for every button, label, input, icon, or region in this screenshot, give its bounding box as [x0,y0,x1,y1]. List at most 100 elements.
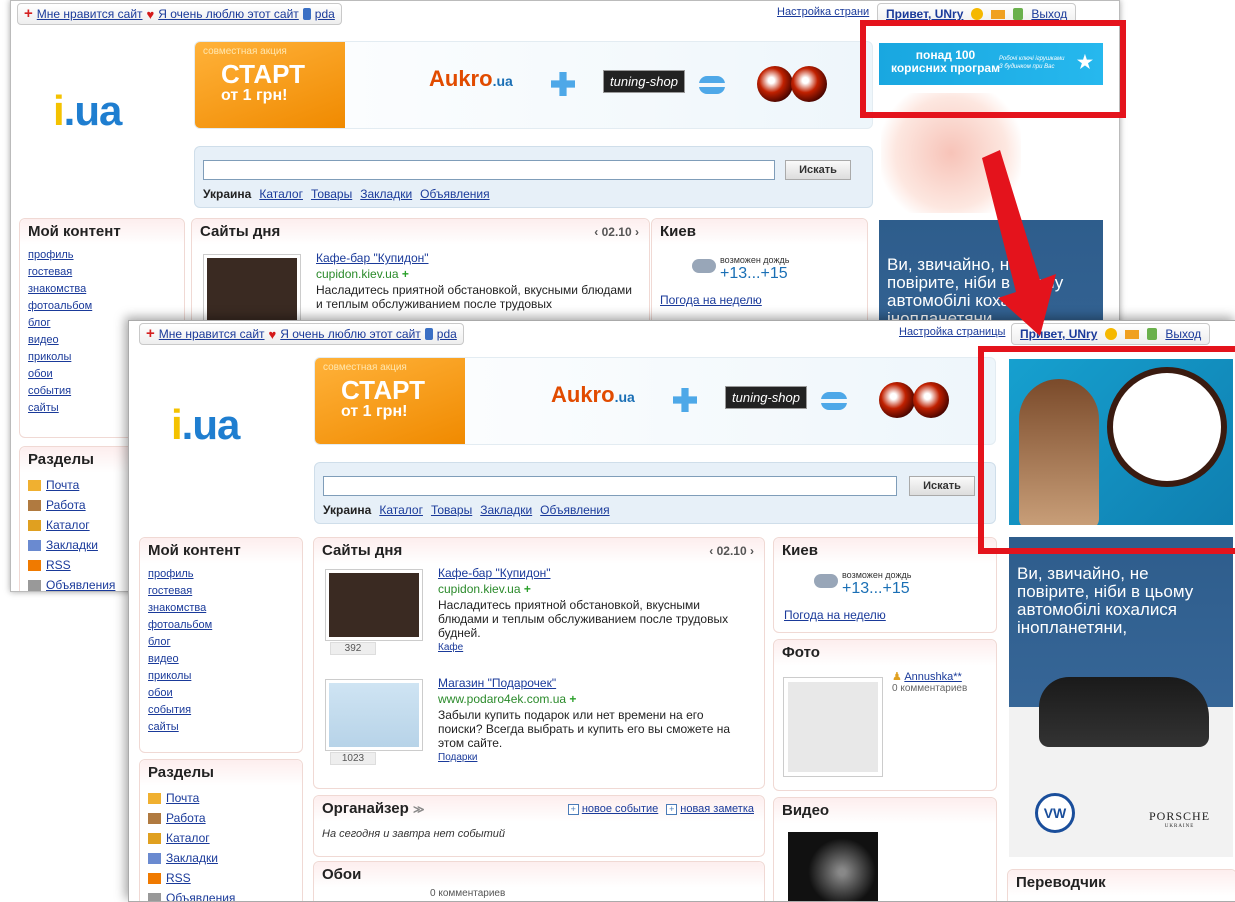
section-mail[interactable]: Почта [46,475,79,495]
menu-profile[interactable]: профиль [28,247,176,264]
mail-icon[interactable] [1125,330,1139,339]
site-thumbnail[interactable] [326,680,422,750]
photo-thumbnail[interactable] [784,678,882,776]
mail-icon [148,793,161,804]
site-category-link[interactable]: Подарки [438,752,750,763]
coin-icon[interactable] [1105,328,1117,340]
rain-cloud-icon [814,574,838,588]
car-image [1039,677,1209,747]
love-site-link[interactable]: Я очень люблю этот сайт [158,7,299,21]
menu-wallpapers[interactable]: обои [148,685,294,702]
new-note[interactable]: +новая заметка [666,803,754,815]
headlight-ball [879,382,915,418]
car-ad-after[interactable]: Ви, звичайно, не повірите, ніби в цьому … [1009,537,1233,857]
menu-dating[interactable]: знакомства [28,281,176,298]
add-icon[interactable]: + [524,582,531,596]
weather-block: возможен дождь +13...+15 [814,570,911,598]
site-thumbnail[interactable] [204,255,300,325]
tab-bookmarks[interactable]: Закладки [480,503,532,517]
menu-video[interactable]: видео [148,651,294,668]
wallpapers-comments: 0 комментариев [430,888,505,899]
site-thumbnail[interactable] [326,570,422,640]
search-button[interactable]: Искать [909,476,975,496]
my-content-title: Мой контент [20,219,184,245]
section-bookmarks[interactable]: Закладки [46,535,98,555]
section-work[interactable]: Работа [166,808,206,828]
menu-sites[interactable]: сайты [148,719,294,736]
add-icon[interactable]: + [402,267,409,281]
tab-ads[interactable]: Объявления [420,187,489,201]
new-event[interactable]: +новое событие [568,803,658,815]
weather-week-link[interactable]: Погода на неделю [660,293,762,307]
mail-icon[interactable] [991,10,1005,19]
settings-link[interactable]: Настройка страни [777,6,869,18]
plus-box-icon: + [568,804,579,815]
menu-dating[interactable]: знакомства [148,600,294,617]
section-mail[interactable]: Почта [166,788,199,808]
menu-events[interactable]: события [148,702,294,719]
logout-link[interactable]: Выход [1165,327,1201,341]
edit-icon[interactable] [1147,328,1157,340]
search-input[interactable] [203,160,775,180]
kiev-weather-panel: Киев возможен дождь +13...+15 Погода на … [773,537,997,633]
site-logo[interactable]: i.ua [53,87,121,135]
pda-link[interactable]: pda [315,7,335,21]
pda-link[interactable]: pda [437,327,457,341]
video-thumbnail[interactable] [788,832,878,902]
greeting-link[interactable]: Привет, UNry [886,7,963,21]
menu-album[interactable]: фотоальбом [28,298,176,315]
section-catalog[interactable]: Каталог [46,515,90,535]
tab-goods[interactable]: Товары [431,503,472,517]
menu-guestbook[interactable]: гостевая [148,583,294,600]
tab-catalog[interactable]: Каталог [379,503,423,517]
site-name-link[interactable]: Кафе-бар "Купидон" [316,251,636,265]
coin-icon[interactable] [971,8,983,20]
like-site-link[interactable]: Мне нравится сайт [37,7,143,21]
site-category-link[interactable]: Кафе [438,642,750,653]
photo-user: ♟ Annushka** [892,670,967,683]
aukro-ua: .ua [493,73,513,89]
search-button[interactable]: Искать [785,160,851,180]
menu-fun[interactable]: приколы [148,668,294,685]
tab-bookmarks[interactable]: Закладки [360,187,412,201]
tab-ads[interactable]: Объявления [540,503,609,517]
menu-blog[interactable]: блог [148,634,294,651]
love-site-link[interactable]: Я очень люблю этот сайт [280,327,421,341]
logout-link[interactable]: Выход [1031,7,1067,21]
promo-banner[interactable]: совместная акция СТАРТ от 1 грн! Aukro.u… [194,41,873,129]
edit-icon[interactable] [1013,8,1023,20]
tab-goods[interactable]: Товары [311,187,352,201]
tab-ukraine[interactable]: Украина [203,187,251,201]
date-nav[interactable]: ‹ 02.10 › [709,544,754,558]
tab-catalog[interactable]: Каталог [259,187,303,201]
section-work[interactable]: Работа [46,495,86,515]
photo-user-link[interactable]: Annushka** [904,671,962,683]
section-ads[interactable]: Объявления [46,575,115,592]
section-rss[interactable]: RSS [166,868,191,888]
menu-guestbook[interactable]: гостевая [28,264,176,281]
promo-banner[interactable]: совместная акция СТАРТ от 1 грн! Aukro.u… [314,357,996,445]
tab-ukraine[interactable]: Украина [323,503,371,517]
section-catalog[interactable]: Каталог [166,828,210,848]
date-nav[interactable]: ‹ 02.10 › [594,225,639,239]
add-icon[interactable]: + [569,692,576,706]
ads-icon [28,580,41,591]
like-site-link[interactable]: Мне нравится сайт [159,327,265,341]
site-logo[interactable]: i.ua [171,401,239,449]
section-rss[interactable]: RSS [46,555,71,575]
search-input[interactable] [323,476,897,496]
site-name-link[interactable]: Магазин "Подарочек" [438,676,750,690]
promo-start: СТАРТ [195,61,345,87]
new-event-link[interactable]: новое событие [582,803,658,815]
search-panel: Искать Украина Каталог Товары Закладки О… [194,146,873,208]
chevron-down-icon[interactable]: ≫ [413,804,425,816]
bookmark-icon [148,853,161,864]
menu-album[interactable]: фотоальбом [148,617,294,634]
site-description: Забыли купить подарок или нет времени на… [438,708,750,750]
site-name-link[interactable]: Кафе-бар "Купидон" [438,566,750,580]
weather-week-link[interactable]: Погода на неделю [784,608,886,622]
menu-profile[interactable]: профиль [148,566,294,583]
section-bookmarks[interactable]: Закладки [166,848,218,868]
new-note-link[interactable]: новая заметка [680,803,754,815]
wallpapers-panel: Обои 0 комментариев [313,861,765,902]
